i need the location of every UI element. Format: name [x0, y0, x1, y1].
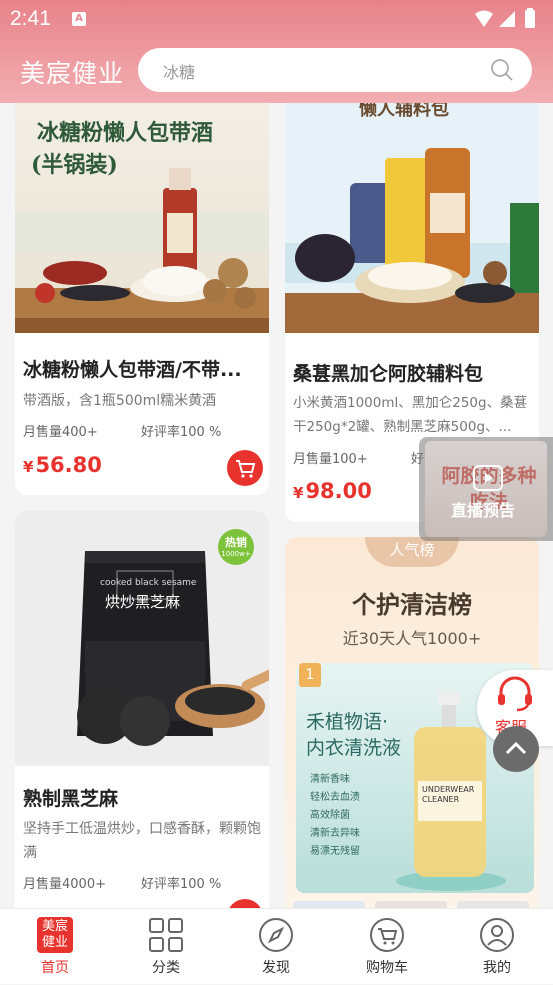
live-preview-float[interactable]: 阿胶的多种吃法 直播预告	[419, 437, 553, 541]
product-title[interactable]: 桑葚黑加仑阿胶辅料包	[293, 359, 529, 386]
tab-label: 首页	[41, 960, 69, 976]
compass-icon	[259, 918, 293, 952]
image-headline: 冰糖粉懒人包带酒	[37, 120, 214, 146]
grid-icon	[149, 918, 183, 952]
price-value: 56.80	[35, 453, 102, 477]
live-label: 直播预告	[450, 501, 515, 520]
tab-home[interactable]: 美宸 健业 首页	[0, 909, 110, 985]
price-value: 98.00	[305, 479, 372, 503]
feature-list: 清新香味 轻松去血渍 高效除菌 清新去异味 易漂无残留	[310, 771, 360, 861]
rating: 好评率100 %	[141, 425, 222, 440]
tab-label: 分类	[152, 960, 180, 976]
feature-item: 轻松去血渍	[310, 792, 360, 803]
hot-badge-sub: 1000w+	[221, 550, 251, 558]
product-price: ¥56.80	[23, 453, 102, 477]
tab-mine[interactable]: 我的	[442, 909, 552, 985]
status-bar: 2:41 A	[0, 0, 553, 38]
product-meta: 月售量100+ 好	[293, 448, 424, 467]
chevron-up-icon	[505, 741, 527, 755]
tab-label: 发现	[262, 960, 290, 976]
feature-item: 高效除菌	[310, 810, 350, 821]
tab-category[interactable]: 分类	[111, 909, 221, 985]
app-logo[interactable]: 美宸健业	[20, 54, 124, 90]
user-icon	[480, 918, 514, 952]
product-meta: 月售量400+ 好评率100 %	[23, 421, 221, 440]
product-desc: 带酒版，含1瓶500ml糯米黄酒	[23, 393, 217, 409]
product-title[interactable]: 冰糖粉懒人包带酒/不带...	[23, 355, 259, 382]
search-bar[interactable]: 冰糖	[138, 48, 532, 92]
hot-badge: 热销 1000w+	[218, 529, 254, 565]
status-icons	[475, 8, 535, 28]
ranking-product-line1: 禾植物语·	[306, 711, 389, 733]
home-logo-icon: 美宸 健业	[37, 917, 73, 953]
live-thumb: 阿胶的多种吃法	[425, 441, 547, 537]
bag-cn-text: 烘炒黑芝麻	[105, 593, 181, 611]
feature-item: 清新去异味	[310, 828, 360, 839]
add-to-cart-button[interactable]	[227, 450, 263, 486]
product-image	[285, 103, 539, 333]
status-time: 2:41	[10, 7, 51, 30]
bag-en-text: cooked black sesame	[100, 578, 197, 588]
image-headline: 懒人辅料包	[359, 103, 449, 120]
sales-count: 月售量100+	[293, 452, 368, 467]
tab-cart[interactable]: 购物车	[332, 909, 442, 985]
hot-badge-label: 热销	[225, 536, 247, 549]
search-input[interactable]: 冰糖	[163, 59, 195, 83]
tab-label: 我的	[483, 960, 511, 976]
bottle-text: UNDERWEAR CLEANER	[422, 785, 475, 804]
cart-icon	[236, 460, 256, 478]
feature-item: 清新香味	[310, 774, 350, 785]
tab-label: 购物车	[366, 960, 408, 976]
sales-count: 月售量400+	[23, 425, 98, 440]
play-icon	[473, 465, 503, 491]
product-price: ¥98.00	[293, 479, 372, 503]
rank-badge: 1	[299, 663, 321, 687]
notification-a-icon: A	[72, 12, 86, 26]
search-icon[interactable]	[490, 58, 514, 82]
feature-item: 易漂无残留	[310, 846, 360, 857]
cart-icon	[370, 918, 404, 952]
product-desc: 小米黄酒1000ml、黑加仑250g、桑葚干250g*2罐、熟制黑芝麻500g、…	[293, 395, 528, 435]
ranking-product-line2: 内衣清洗液	[306, 737, 402, 759]
tab-discover[interactable]: 发现	[221, 909, 331, 985]
product-meta: 月售量4000+ 好评率100 %	[23, 873, 221, 892]
product-card[interactable]: 冰糖粉懒人包带酒 (半锅装) 冰糖粉懒人包带酒/不带... 带酒版，含1瓶500…	[15, 103, 269, 495]
product-desc: 坚持手工低温烘炒，口感香酥，颗颗饱满	[23, 821, 261, 861]
back-to-top-button[interactable]	[493, 726, 539, 772]
image-subheadline: (半锅装)	[31, 152, 118, 178]
currency-symbol: ¥	[23, 458, 34, 476]
product-card[interactable]: 热销 1000w+ cooked black sesame 烘炒黑芝麻 熟制黑芝…	[15, 511, 269, 909]
ranking-title: 个护清洁榜	[352, 591, 472, 619]
product-title[interactable]: 熟制黑芝麻	[23, 784, 259, 811]
top-header: 2:41 A 美宸健业 冰糖	[0, 0, 553, 103]
sales-count: 月售量4000+	[23, 877, 106, 892]
ranking-tag: 人气榜	[365, 537, 459, 567]
currency-symbol: ¥	[293, 484, 304, 502]
ranking-subtitle: 近30天人气1000+	[342, 629, 482, 648]
rating: 好评率100 %	[141, 877, 222, 892]
bottom-tab-bar: 美宸 健业 首页 分类 发现 购物车 我的	[0, 908, 553, 984]
headset-icon	[498, 676, 532, 712]
